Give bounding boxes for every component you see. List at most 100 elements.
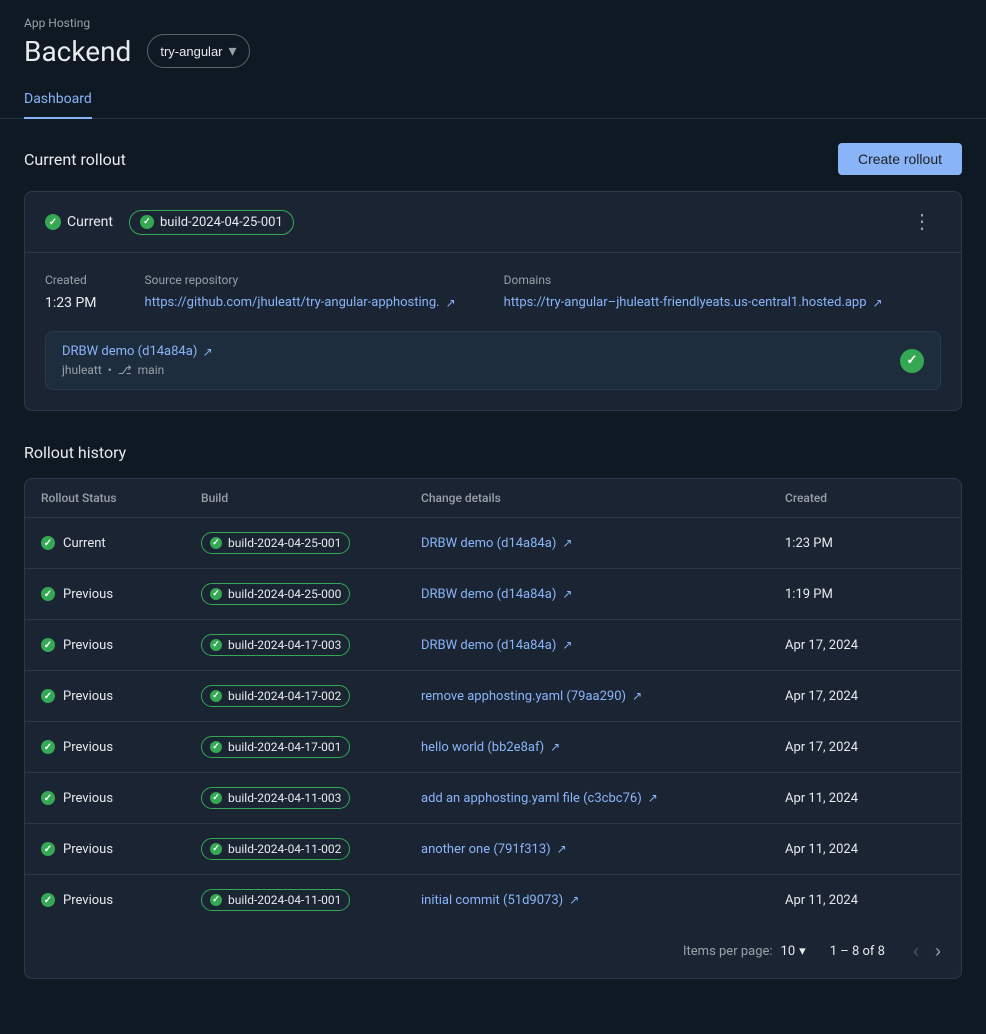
rollout-history-title: Rollout history xyxy=(24,443,962,462)
chevron-down-icon: ▾ xyxy=(229,41,237,61)
row-status-1: Previous xyxy=(41,587,201,602)
commit-info: DRBW demo (d14a84a) ↗ jhuleatt • ⎇ main xyxy=(62,344,213,377)
row-build-4: build-2024-04-17-001 xyxy=(201,736,421,758)
row-created-6: Apr 11, 2024 xyxy=(785,842,945,857)
per-page-value: 10 xyxy=(781,944,796,959)
source-repo-url: https://github.com/jhuleatt/try-angular-… xyxy=(145,295,440,310)
row-change-0: DRBW demo (d14a84a) ↗ xyxy=(421,536,785,551)
card-header: Current build-2024-04-25-001 ⋮ xyxy=(25,192,961,253)
row-external-link-icon-3: ↗ xyxy=(632,689,642,703)
current-status-label: Current xyxy=(67,214,113,230)
current-rollout-title: Current rollout xyxy=(24,150,126,169)
tab-dashboard[interactable]: Dashboard xyxy=(24,81,92,119)
prev-page-button[interactable]: ‹ xyxy=(909,937,923,966)
row-change-link-0[interactable]: DRBW demo (d14a84a) ↗ xyxy=(421,536,572,551)
per-page-select[interactable]: 10 ▾ xyxy=(781,944,806,959)
row-change-link-3[interactable]: remove apphosting.yaml (79aa290) ↗ xyxy=(421,689,642,704)
row-created-1: 1:19 PM xyxy=(785,587,945,602)
page-range: 1 – 8 of 8 xyxy=(830,944,885,959)
row-build-dot-7 xyxy=(210,894,222,906)
row-build-badge-6: build-2024-04-11-002 xyxy=(201,838,350,860)
history-table: Rollout Status Build Change details Crea… xyxy=(24,478,962,979)
commit-external-icon: ↗ xyxy=(203,345,213,359)
row-change-link-5[interactable]: add an apphosting.yaml file (c3cbc76) ↗ xyxy=(421,791,658,806)
table-row: Previous build-2024-04-25-000 DRBW demo … xyxy=(25,569,961,620)
backend-row: Backend try-angular ▾ xyxy=(24,34,962,68)
pagination: Items per page: 10 ▾ 1 – 8 of 8 ‹ › xyxy=(25,925,961,978)
row-change-link-6[interactable]: another one (791f313) ↗ xyxy=(421,842,567,857)
row-change-link-4[interactable]: hello world (bb2e8af) ↗ xyxy=(421,740,560,755)
table-row: Previous build-2024-04-11-003 add an app… xyxy=(25,773,961,824)
row-status-label-5: Previous xyxy=(63,791,113,806)
commit-card: DRBW demo (d14a84a) ↗ jhuleatt • ⎇ main xyxy=(45,331,941,390)
build-dot-icon xyxy=(140,215,154,229)
row-external-link-icon-4: ↗ xyxy=(550,740,560,754)
branch-selector-value: try-angular xyxy=(160,44,222,59)
create-rollout-button[interactable]: Create rollout xyxy=(838,143,962,175)
build-id: build-2024-04-25-001 xyxy=(160,215,283,230)
created-label: Created xyxy=(45,273,97,287)
row-status-dot-0 xyxy=(41,536,55,550)
row-change-link-7[interactable]: initial commit (51d9073) ↗ xyxy=(421,893,579,908)
row-status-dot-7 xyxy=(41,893,55,907)
status-dot-icon xyxy=(45,214,61,230)
row-build-badge-4: build-2024-04-17-001 xyxy=(201,736,350,758)
row-build-2: build-2024-04-17-003 xyxy=(201,634,421,656)
row-build-dot-2 xyxy=(210,639,222,651)
tabs: Dashboard xyxy=(24,80,962,118)
table-body: Current build-2024-04-25-001 DRBW demo (… xyxy=(25,518,961,925)
col-created: Created xyxy=(785,491,945,505)
source-repo-group: Source repository https://github.com/jhu… xyxy=(145,273,456,311)
row-status-label-0: Current xyxy=(63,536,106,551)
app-hosting-label: App Hosting xyxy=(24,16,962,30)
col-build: Build xyxy=(201,491,421,505)
row-change-6: another one (791f313) ↗ xyxy=(421,842,785,857)
commit-link[interactable]: DRBW demo (d14a84a) ↗ xyxy=(62,344,213,359)
row-build-dot-1 xyxy=(210,588,222,600)
current-rollout-card: Current build-2024-04-25-001 ⋮ Created 1… xyxy=(24,191,962,411)
more-options-button[interactable]: ⋮ xyxy=(904,208,941,236)
table-row: Previous build-2024-04-17-001 hello worl… xyxy=(25,722,961,773)
commit-success-icon xyxy=(900,349,924,373)
row-external-link-icon-7: ↗ xyxy=(569,893,579,907)
row-change-link-2[interactable]: DRBW demo (d14a84a) ↗ xyxy=(421,638,572,653)
row-build-badge-7: build-2024-04-11-001 xyxy=(201,889,350,911)
table-row: Previous build-2024-04-17-003 DRBW demo … xyxy=(25,620,961,671)
row-build-dot-0 xyxy=(210,537,222,549)
row-status-label-3: Previous xyxy=(63,689,113,704)
row-build-1: build-2024-04-25-000 xyxy=(201,583,421,605)
row-build-6: build-2024-04-11-002 xyxy=(201,838,421,860)
main-content: Current rollout Create rollout Current b… xyxy=(0,119,986,1003)
row-status-dot-2 xyxy=(41,638,55,652)
card-header-left: Current build-2024-04-25-001 xyxy=(45,210,294,235)
domains-group: Domains https://try-angular–jhuleatt-fri… xyxy=(504,273,883,311)
row-status-label-7: Previous xyxy=(63,893,113,908)
row-status-0: Current xyxy=(41,536,201,551)
branch-selector[interactable]: try-angular ▾ xyxy=(147,34,249,68)
commit-author: jhuleatt xyxy=(62,363,102,377)
row-build-badge-3: build-2024-04-17-002 xyxy=(201,685,350,707)
row-change-4: hello world (bb2e8af) ↗ xyxy=(421,740,785,755)
row-status-dot-3 xyxy=(41,689,55,703)
row-status-dot-4 xyxy=(41,740,55,754)
table-header: Rollout Status Build Change details Crea… xyxy=(25,479,961,518)
row-created-5: Apr 11, 2024 xyxy=(785,791,945,806)
next-page-button[interactable]: › xyxy=(931,937,945,966)
row-change-link-1[interactable]: DRBW demo (d14a84a) ↗ xyxy=(421,587,572,602)
row-change-5: add an apphosting.yaml file (c3cbc76) ↗ xyxy=(421,791,785,806)
row-build-0: build-2024-04-25-001 xyxy=(201,532,421,554)
row-external-link-icon-5: ↗ xyxy=(648,791,658,805)
row-status-label-2: Previous xyxy=(63,638,113,653)
col-rollout-status: Rollout Status xyxy=(41,491,201,505)
external-link-icon-domains: ↗ xyxy=(873,296,883,310)
row-status-5: Previous xyxy=(41,791,201,806)
source-repo-link[interactable]: https://github.com/jhuleatt/try-angular-… xyxy=(145,295,456,310)
per-page-chevron-icon: ▾ xyxy=(799,944,806,959)
col-change-details: Change details xyxy=(421,491,785,505)
row-status-label-6: Previous xyxy=(63,842,113,857)
row-build-dot-3 xyxy=(210,690,222,702)
domains-link[interactable]: https://try-angular–jhuleatt-friendlyeat… xyxy=(504,295,883,310)
current-status-badge: Current xyxy=(45,214,113,230)
row-external-link-icon-0: ↗ xyxy=(562,536,572,550)
branch-icon: ⎇ xyxy=(118,363,132,377)
